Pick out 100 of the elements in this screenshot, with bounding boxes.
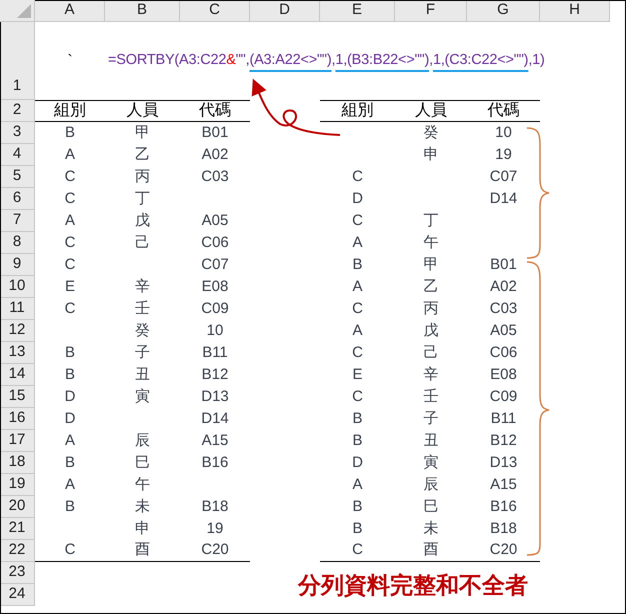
row-header[interactable]: 2 (0, 100, 35, 122)
table-cell-text: B (64, 364, 75, 385)
table-cell-text: A05 (490, 320, 517, 341)
table-cell-text: 未 (424, 518, 438, 539)
table-cell-text: 酉 (135, 540, 150, 560)
table-cell-text: A02 (490, 276, 517, 297)
column-header[interactable]: H (540, 0, 610, 22)
table-cell-text: A (64, 474, 75, 495)
row-header[interactable]: 7 (0, 210, 35, 232)
table-cell-text: C (64, 298, 76, 319)
table-cell-text: 己 (135, 232, 150, 253)
table-cell-text: D13 (201, 386, 229, 407)
row-header[interactable]: 15 (0, 386, 35, 408)
table-cell-text: B11 (490, 408, 516, 429)
column-header[interactable]: B (105, 0, 180, 22)
table-cell-text: C09 (490, 386, 518, 407)
select-all-corner[interactable] (0, 0, 35, 22)
table-cell-text: D (64, 386, 76, 407)
row-header[interactable]: 20 (0, 496, 35, 518)
row-header[interactable]: 24 (0, 584, 35, 606)
table-cell-text: A05 (202, 210, 228, 231)
table-cell-text: C (352, 166, 363, 187)
table-cell-text: E (64, 276, 75, 297)
table-cell-text: A (352, 320, 362, 341)
table-cell-text: 19 (495, 144, 512, 165)
table-cell-text: 丙 (424, 298, 438, 319)
column-heading: 組別 (54, 101, 86, 121)
row-header[interactable]: 17 (0, 430, 35, 452)
row-header[interactable]: 19 (0, 474, 35, 496)
row-header[interactable]: 11 (0, 298, 35, 320)
table-cell-text: 19 (206, 518, 224, 539)
table-cell-text: B (352, 496, 362, 517)
column-header[interactable]: F (395, 0, 467, 22)
table-cell-text: A (64, 144, 75, 165)
table-cell-text: C (64, 254, 76, 275)
table-cell-text: C (64, 232, 76, 253)
row-header[interactable]: 23 (0, 562, 35, 584)
column-header[interactable]: C (180, 0, 250, 22)
table-cell-text: C (352, 342, 363, 363)
column-header[interactable]: G (467, 0, 540, 22)
table-cell-text: D14 (490, 188, 518, 209)
table-cell-text: 申 (424, 144, 438, 165)
table-cell-text: B01 (490, 254, 517, 275)
formula-text: =SORTBY(A3:C22&"",(A3:A22<>""),1,(B3:B22<>""),1,(C3:C22<>""),1) (108, 51, 545, 70)
table-cell-text: B (352, 430, 362, 451)
row-header[interactable]: 1 (0, 22, 35, 100)
table-cell-text: 戊 (135, 210, 150, 231)
column-heading: 組別 (342, 101, 374, 121)
table-cell-text: A (352, 232, 362, 253)
row-header[interactable]: 18 (0, 452, 35, 474)
table-cell-text: B18 (490, 518, 517, 539)
row-header[interactable]: 14 (0, 364, 35, 386)
table-cell-text: 未 (135, 496, 150, 517)
table-cell-text: E08 (202, 276, 228, 297)
table-cell-text: 寅 (135, 386, 150, 407)
table-cell-text: 辰 (424, 474, 438, 495)
table-cell-text: 壬 (135, 298, 150, 319)
table-cell-text: 午 (424, 232, 438, 253)
table-cell-text: 乙 (135, 144, 150, 165)
table-cell-text: A02 (202, 144, 228, 165)
table-cell-text: C03 (490, 298, 518, 319)
table-cell-text: 10 (206, 320, 224, 341)
table-cell-text: C03 (201, 166, 229, 187)
row-header[interactable]: 12 (0, 320, 35, 342)
row-header[interactable]: 13 (0, 342, 35, 364)
row-header[interactable]: 5 (0, 166, 35, 188)
table-cell-text: B (64, 122, 75, 143)
table-cell-text: 巳 (424, 496, 438, 517)
table-cell-text: B (64, 496, 75, 517)
row-header[interactable]: 16 (0, 408, 35, 430)
caption-text: 分列資料完整和不全者 (298, 571, 528, 600)
column-header[interactable]: A (35, 0, 105, 22)
cell-text: ` (68, 50, 72, 71)
row-header[interactable]: 22 (0, 540, 35, 562)
table-cell-text: 子 (135, 342, 150, 363)
table-cell-text: A15 (490, 474, 517, 495)
row-header[interactable]: 3 (0, 122, 35, 144)
table-cell-text: C (352, 210, 363, 231)
table-cell-text: D (352, 188, 363, 209)
table-cell-text: B (64, 342, 75, 363)
row-header[interactable]: 21 (0, 518, 35, 540)
table-cell-text: C (352, 386, 363, 407)
column-header[interactable]: E (320, 0, 395, 22)
column-heading: 人員 (415, 101, 447, 121)
column-header[interactable]: D (250, 0, 320, 22)
table-cell-text: A (64, 210, 75, 231)
table-cell-text: 巳 (135, 452, 150, 473)
row-header[interactable]: 6 (0, 188, 35, 210)
table-cell-text: A (352, 276, 362, 297)
table-cell-text: C (64, 166, 76, 187)
table-cell-text: 辛 (135, 276, 150, 297)
row-header[interactable]: 10 (0, 276, 35, 298)
table-cell-text: B12 (202, 364, 228, 385)
column-heading: 代碼 (488, 101, 520, 121)
row-header[interactable]: 9 (0, 254, 35, 276)
row-header[interactable]: 8 (0, 232, 35, 254)
table-cell-text: 壬 (424, 386, 438, 407)
row-header[interactable]: 4 (0, 144, 35, 166)
table-cell-text: D (352, 452, 363, 473)
table-cell-text: 己 (424, 342, 438, 363)
